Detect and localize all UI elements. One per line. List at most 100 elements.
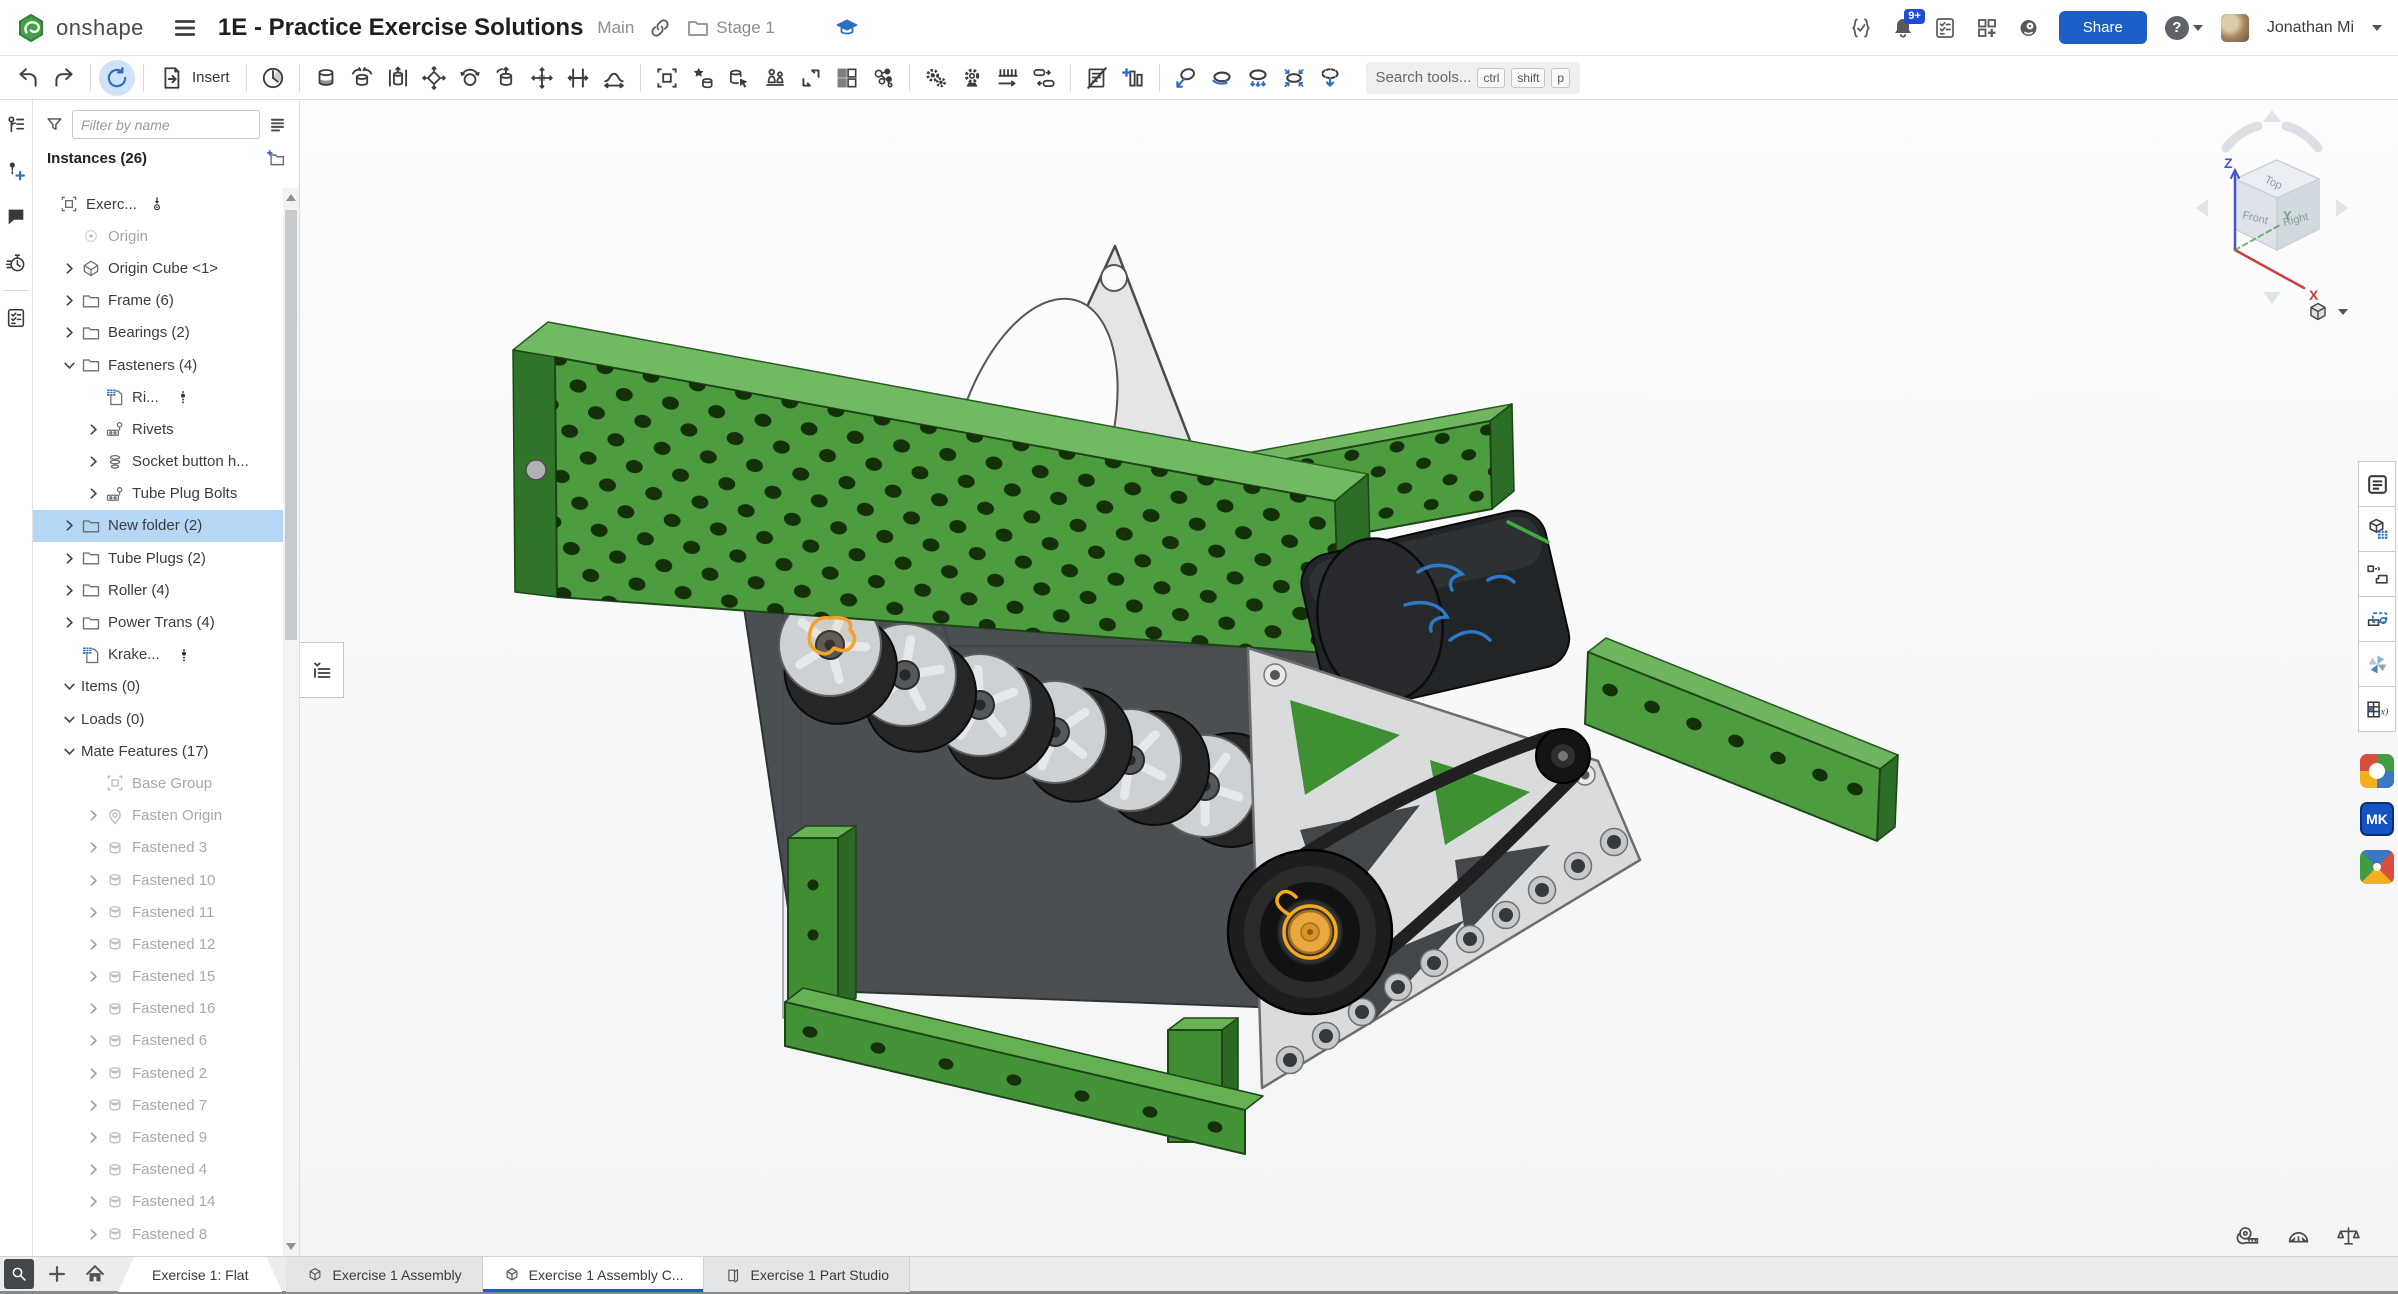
tree-item-origin-cube-1[interactable]: Origin Cube <1> xyxy=(33,252,283,284)
insert-document-button[interactable]: Insert xyxy=(152,60,238,96)
follow-checklist-icon[interactable] xyxy=(3,305,29,331)
scroll-up-icon[interactable] xyxy=(286,194,296,201)
tree-item-power-trans-4[interactable]: Power Trans (4) xyxy=(33,606,283,638)
orbit-pinch-button[interactable] xyxy=(1276,60,1312,96)
notifications-bell-icon[interactable]: 9+ xyxy=(1891,8,1925,40)
apps-plus-icon[interactable] xyxy=(1975,16,1999,40)
onshape-logo-icon[interactable] xyxy=(16,13,46,43)
link-icon[interactable] xyxy=(648,16,672,40)
cylindrical-mate-button[interactable] xyxy=(488,60,524,96)
expander-icon[interactable] xyxy=(57,519,81,532)
group-mate-button[interactable] xyxy=(649,60,685,96)
funnel-icon[interactable] xyxy=(45,115,64,134)
expander-icon[interactable] xyxy=(57,294,81,307)
tree-item-rivets[interactable]: Rivets xyxy=(33,413,283,445)
main-menu-button[interactable] xyxy=(172,15,198,41)
model-green-beam-right[interactable] xyxy=(1584,637,1899,842)
expander-icon[interactable] xyxy=(81,1099,105,1112)
parallel-mate-button[interactable] xyxy=(560,60,596,96)
tree-item-fastened-14[interactable]: Fastened 14 xyxy=(33,1186,283,1218)
3d-viewport[interactable]: Top Front Right Z X Y MK xyxy=(300,100,2398,1256)
tree-item-loads-0[interactable]: Loads (0) xyxy=(33,703,283,735)
mk-app-icon[interactable]: MK xyxy=(2360,802,2394,836)
rack-pinion-button[interactable] xyxy=(990,60,1026,96)
expander-icon[interactable] xyxy=(57,680,81,693)
item-menu-icon[interactable] xyxy=(176,647,192,663)
expander-icon[interactable] xyxy=(81,1163,105,1176)
search-tabs-button[interactable] xyxy=(4,1259,34,1289)
tree-item-fastened-12[interactable]: Fastened 12 xyxy=(33,928,283,960)
expander-icon[interactable] xyxy=(81,938,105,951)
tree-item-fastened-8[interactable]: Fastened 8 xyxy=(33,1218,283,1250)
orbit-press-button[interactable] xyxy=(1240,60,1276,96)
pattern-grid-button[interactable] xyxy=(829,60,865,96)
task-list-icon[interactable] xyxy=(1933,16,1957,40)
ring-app-icon[interactable] xyxy=(2360,754,2394,788)
tree-item-roller-4[interactable]: Roller (4) xyxy=(33,574,283,606)
tree-item-origin[interactable]: Origin xyxy=(33,220,283,252)
ball-mate-button[interactable] xyxy=(452,60,488,96)
expander-icon[interactable] xyxy=(81,874,105,887)
rotate-lasso-button[interactable] xyxy=(1168,60,1204,96)
expander-icon[interactable] xyxy=(81,970,105,983)
tree-item-fastened-10[interactable]: Fastened 10 xyxy=(33,864,283,896)
expander-icon[interactable] xyxy=(57,230,81,243)
list-view-icon[interactable] xyxy=(268,115,287,134)
tree-item-exerc[interactable]: Exerc... xyxy=(33,188,283,220)
add-tab-button[interactable] xyxy=(42,1259,72,1289)
expander-icon[interactable] xyxy=(81,809,105,822)
workspace-name[interactable]: Stage 1 xyxy=(716,18,775,38)
add-column-button[interactable] xyxy=(1115,60,1151,96)
scrollbar-thumb[interactable] xyxy=(285,210,297,640)
tree-item-socket-button-h[interactable]: Socket button h... xyxy=(33,446,283,478)
mate-clock-button[interactable] xyxy=(255,60,291,96)
expander-icon[interactable] xyxy=(57,745,81,758)
bom-cube-panel-button[interactable] xyxy=(2358,506,2396,552)
pin-slot-mate-button[interactable] xyxy=(524,60,560,96)
fastened-mate-button[interactable] xyxy=(308,60,344,96)
tab-exercise-1-flat[interactable]: Exercise 1: Flat xyxy=(118,1257,282,1292)
expander-icon[interactable] xyxy=(57,616,81,629)
tree-item-fastened-4[interactable]: Fastened 4 xyxy=(33,1154,283,1186)
tree-item-fasteners-4[interactable]: Fasteners (4) xyxy=(33,349,283,381)
tree-item-tube-plugs-2[interactable]: Tube Plugs (2) xyxy=(33,542,283,574)
help-icon[interactable]: ? xyxy=(2164,15,2189,40)
tab-exercise-1-assembly[interactable]: Exercise 1 Assembly xyxy=(286,1257,483,1292)
protractor-icon[interactable] xyxy=(2284,1222,2312,1250)
tree-item-frame-6[interactable]: Frame (6) xyxy=(33,285,283,317)
expander-icon[interactable] xyxy=(57,713,81,726)
graduation-cap-icon[interactable] xyxy=(835,16,859,40)
orbit-spin-button[interactable] xyxy=(1204,60,1240,96)
item-menu-icon[interactable] xyxy=(175,389,191,405)
view-cube[interactable]: Top Front Right Z X Y xyxy=(2192,108,2352,324)
expander-icon[interactable] xyxy=(81,1034,105,1047)
search-tools-box[interactable]: Search tools... ctrl shift p xyxy=(1365,61,1581,94)
tree-item-items-0[interactable]: Items (0) xyxy=(33,671,283,703)
expander-icon[interactable] xyxy=(81,487,105,500)
version-name[interactable]: Main xyxy=(597,18,634,38)
undo-button[interactable] xyxy=(10,60,46,96)
custom-table-panel-button[interactable] xyxy=(2358,686,2396,732)
model-green-beam-main[interactable] xyxy=(512,321,1373,655)
mate-connector-button[interactable] xyxy=(685,60,721,96)
add-folder-button[interactable] xyxy=(263,146,287,170)
expander-icon[interactable] xyxy=(57,326,81,339)
tree-item-ri[interactable]: Ri... xyxy=(33,381,283,413)
expander-icon[interactable] xyxy=(81,777,105,790)
in-context-panel-button[interactable] xyxy=(2358,596,2396,642)
mass-scale-icon[interactable] xyxy=(2334,1222,2362,1250)
view-options-button[interactable] xyxy=(2306,300,2348,324)
exploded-view-button[interactable] xyxy=(865,60,901,96)
tree-item-fasten-origin[interactable]: Fasten Origin xyxy=(33,800,283,832)
tree-item-base-group[interactable]: Base Group xyxy=(33,767,283,799)
filter-input[interactable] xyxy=(72,110,260,139)
help-menu[interactable]: ? xyxy=(2164,15,2203,40)
ai-assistant-icon[interactable] xyxy=(2017,16,2041,40)
history-icon[interactable] xyxy=(3,250,29,276)
configurations-panel-button[interactable] xyxy=(2358,461,2396,507)
share-button[interactable]: Share xyxy=(2058,11,2147,44)
revolute-mate-button[interactable] xyxy=(344,60,380,96)
expander-icon[interactable] xyxy=(81,1002,105,1015)
slider-mate-button[interactable] xyxy=(380,60,416,96)
expander-icon[interactable] xyxy=(81,391,105,404)
